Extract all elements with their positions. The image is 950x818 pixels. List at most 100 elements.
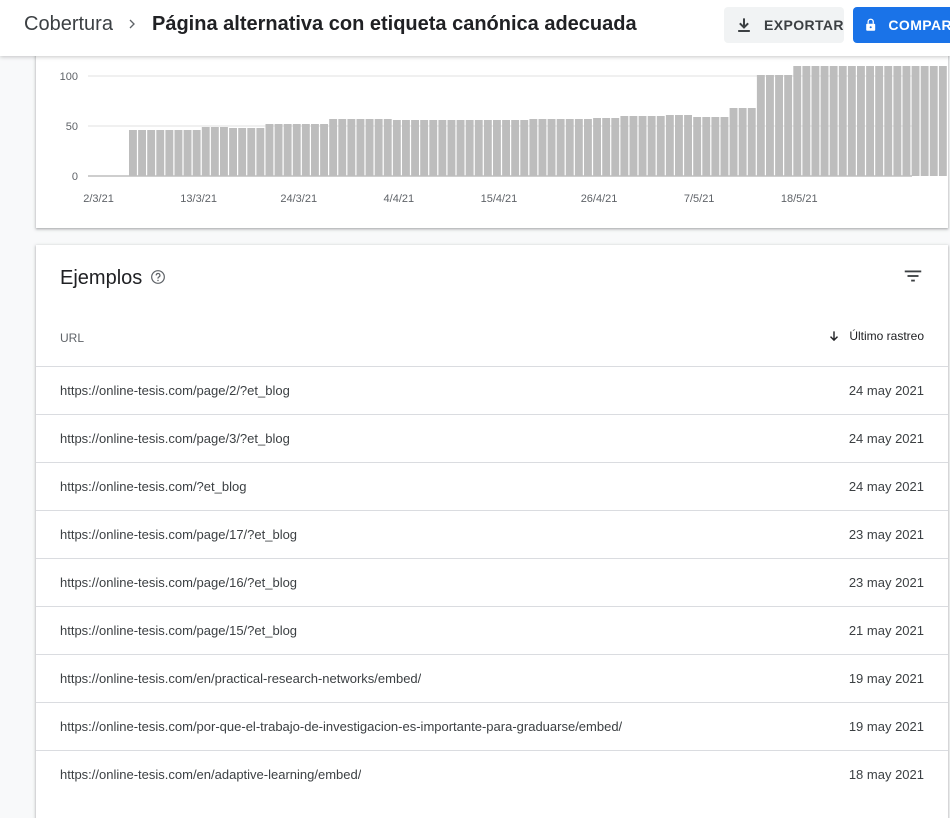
chart-bar[interactable] [256,128,265,176]
chart-bar[interactable] [820,66,829,176]
chart-bar[interactable] [402,120,410,176]
chart-bar[interactable] [602,118,611,176]
chart-bar[interactable] [802,66,811,176]
chart-bar[interactable] [338,119,347,176]
chart-bar[interactable] [447,120,456,176]
chart-bar[interactable] [320,124,328,176]
chart-bar[interactable] [857,66,865,176]
chart-bar[interactable] [502,120,510,176]
chart-bar[interactable] [738,108,747,176]
chart-bar[interactable] [283,124,292,176]
chart-bar[interactable] [438,120,447,176]
chart-bar[interactable] [784,75,793,176]
chart-bar[interactable] [565,119,574,176]
chart-bar[interactable] [456,120,465,176]
chart-bar[interactable] [911,66,920,176]
chart-bar[interactable] [474,120,483,176]
chart-bar[interactable] [584,119,592,176]
chart-bar[interactable] [711,117,720,176]
chart-bar[interactable] [538,119,547,176]
table-row[interactable]: https://online-tesis.com/page/15/?et_blo… [36,606,948,654]
chart-bar[interactable] [156,130,165,176]
table-row[interactable]: https://online-tesis.com/en/adaptive-lea… [36,750,948,798]
chart-bar[interactable] [920,66,929,176]
table-row[interactable]: https://online-tesis.com/page/3/?et_blog… [36,414,948,462]
filter-icon[interactable] [902,265,924,287]
table-row[interactable]: https://online-tesis.com/page/2/?et_blog… [36,366,948,414]
breadcrumb-coverage[interactable]: Cobertura [24,13,113,36]
chart-bar[interactable] [675,115,683,176]
chart-bar[interactable] [174,130,183,176]
chart-bar[interactable] [210,127,219,176]
chart-bar[interactable] [729,108,738,176]
chart-bar[interactable] [620,116,629,176]
chart-bar[interactable] [347,119,356,176]
table-row[interactable]: https://online-tesis.com/?et_blog 24 may … [36,462,948,510]
chart-bar[interactable] [520,120,529,176]
chart-bar[interactable] [483,120,492,176]
chart-bar[interactable] [365,119,374,176]
chart-bar[interactable] [311,124,319,176]
chart-bar[interactable] [574,119,583,176]
chart-bar[interactable] [793,66,802,176]
chart-bar[interactable] [229,128,237,176]
chart-bar[interactable] [829,66,838,176]
chart-bar[interactable] [165,130,174,176]
chart-bar[interactable] [192,130,201,176]
chart-bar[interactable] [247,128,256,176]
chart-bar[interactable] [847,66,856,176]
chart-bar[interactable] [411,120,419,176]
column-header-last-crawl[interactable]: Último rastreo [827,329,924,343]
chart-bar[interactable] [875,66,884,176]
chart-bar[interactable] [766,75,774,176]
help-icon[interactable] [150,269,166,285]
chart-bar[interactable] [656,116,665,176]
chart-bar[interactable] [684,115,692,176]
chart-bar[interactable] [429,120,438,176]
chart-bar[interactable] [593,118,601,176]
chart-bar[interactable] [301,124,310,176]
chart-bar[interactable] [938,66,947,176]
chart-bar[interactable] [201,127,210,176]
chart-bar[interactable] [838,66,847,176]
chart-bar[interactable] [775,75,783,176]
chart-bar[interactable] [493,120,501,176]
chart-bar[interactable] [702,117,711,176]
chart-bar[interactable] [866,66,874,176]
chart-bar[interactable] [811,66,820,176]
chart-bar[interactable] [329,119,338,176]
chart-bar[interactable] [902,66,911,176]
table-row[interactable]: https://online-tesis.com/page/17/?et_blo… [36,510,948,558]
chart-bar[interactable] [138,130,146,176]
chart-bar[interactable] [929,66,938,176]
chart-bar[interactable] [420,120,429,176]
chart-bar[interactable] [220,127,228,176]
chart-bar[interactable] [147,130,156,176]
chart-bar[interactable] [747,108,756,176]
chart-bar[interactable] [547,119,556,176]
chart-bar[interactable] [292,124,301,176]
chart-bar[interactable] [129,130,137,176]
chart-bar[interactable] [265,124,274,176]
chart-bar[interactable] [720,117,729,176]
chart-bar[interactable] [238,128,247,176]
chart-bar[interactable] [756,75,765,176]
chart-bar[interactable] [356,119,365,176]
chart-bar[interactable] [893,66,902,176]
export-button[interactable]: EXPORTAR [724,7,844,43]
chart-bar[interactable] [465,120,474,176]
chart-bar[interactable] [392,120,401,176]
chart-bar[interactable] [647,116,656,176]
chart-bar[interactable] [611,118,620,176]
table-row[interactable]: https://online-tesis.com/por-que-el-trab… [36,702,948,750]
chart-bar[interactable] [884,66,893,176]
chart-bar[interactable] [665,115,674,176]
chart-bar[interactable] [274,124,283,176]
compare-button[interactable]: COMPARAR [853,7,950,43]
table-row[interactable]: https://online-tesis.com/page/16/?et_blo… [36,558,948,606]
chart-bar[interactable] [374,119,383,176]
table-row[interactable]: https://online-tesis.com/en/practical-re… [36,654,948,702]
chart-bar[interactable] [629,116,638,176]
chart-bar[interactable] [511,120,520,176]
chart-bar[interactable] [383,119,392,176]
